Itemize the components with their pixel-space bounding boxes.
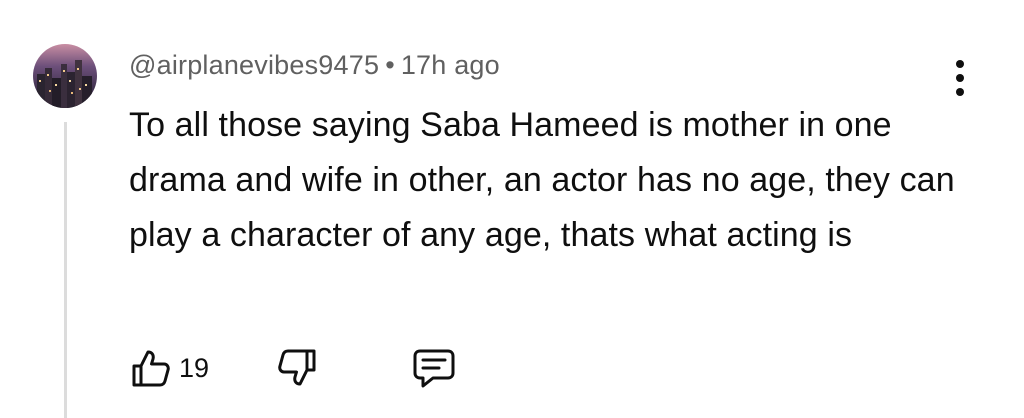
reply-comment-icon: [413, 349, 455, 388]
city-night-avatar-image: [33, 44, 97, 108]
separator-dot: •: [385, 50, 395, 80]
more-options-button[interactable]: [944, 56, 976, 100]
more-vert-icon: [956, 60, 964, 68]
like-button[interactable]: 19: [129, 346, 209, 390]
comment-body: To all those saying Saba Hameed is mothe…: [129, 106, 955, 254]
thumb-down-icon: [278, 349, 316, 386]
comment-header: @airplanevibes9475 • 17h ago: [129, 50, 500, 81]
reply-button[interactable]: [411, 346, 457, 390]
avatar[interactable]: [33, 44, 97, 108]
thumb-up-icon: [132, 350, 170, 387]
like-count: 19: [179, 352, 210, 383]
comment-timestamp[interactable]: 17h ago: [401, 50, 500, 80]
dislike-button[interactable]: [275, 346, 319, 390]
comment-item: @airplanevibes9475 • 17h ago To all those …: [0, 0, 1024, 418]
thread-line: [64, 122, 67, 418]
author-handle[interactable]: @airplanevibes9475: [129, 50, 379, 80]
